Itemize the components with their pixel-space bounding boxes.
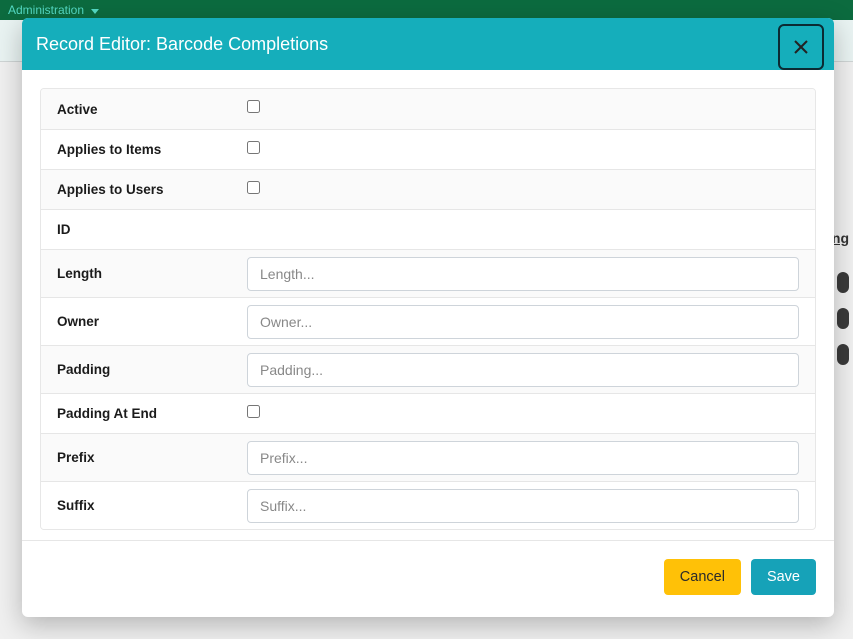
- label-padding: Padding: [57, 362, 247, 377]
- menu-administration-label: Administration: [8, 3, 84, 17]
- record-editor-modal: Record Editor: Barcode Completions Activ…: [22, 18, 834, 617]
- field-row-padding: Padding: [41, 345, 815, 393]
- modal-footer: Cancel Save: [22, 540, 834, 617]
- menu-administration[interactable]: Administration: [8, 3, 99, 17]
- field-row-id: ID: [41, 209, 815, 249]
- bg-action-pill: [837, 344, 849, 365]
- bg-action-pill: [837, 272, 849, 293]
- label-owner: Owner: [57, 314, 247, 329]
- field-row-suffix: Suffix: [41, 481, 815, 529]
- field-row-owner: Owner: [41, 297, 815, 345]
- checkbox-padding-at-end[interactable]: [247, 405, 260, 418]
- bg-action-pill: [837, 308, 849, 329]
- field-row-prefix: Prefix: [41, 433, 815, 481]
- cancel-button[interactable]: Cancel: [664, 559, 741, 595]
- input-owner[interactable]: [247, 305, 799, 339]
- caret-down-icon: [91, 9, 99, 14]
- save-button[interactable]: Save: [751, 559, 816, 595]
- field-row-applies-users: Applies to Users: [41, 169, 815, 209]
- app-menubar: Administration: [0, 0, 853, 20]
- input-length[interactable]: [247, 257, 799, 291]
- close-button[interactable]: [778, 24, 824, 70]
- input-suffix[interactable]: [247, 489, 799, 523]
- modal-title: Record Editor: Barcode Completions: [36, 34, 328, 55]
- label-length: Length: [57, 266, 247, 281]
- field-row-length: Length: [41, 249, 815, 297]
- label-id: ID: [57, 222, 247, 237]
- field-list: Active Applies to Items Applies to Users…: [40, 88, 816, 530]
- modal-body: Active Applies to Items Applies to Users…: [22, 70, 834, 540]
- label-prefix: Prefix: [57, 450, 247, 465]
- label-applies-items: Applies to Items: [57, 142, 247, 157]
- field-row-applies-items: Applies to Items: [41, 129, 815, 169]
- checkbox-active[interactable]: [247, 100, 260, 113]
- input-prefix[interactable]: [247, 441, 799, 475]
- close-icon: [793, 39, 809, 55]
- checkbox-applies-users[interactable]: [247, 181, 260, 194]
- label-suffix: Suffix: [57, 498, 247, 513]
- modal-header: Record Editor: Barcode Completions: [22, 18, 834, 70]
- input-padding[interactable]: [247, 353, 799, 387]
- label-padding-at-end: Padding At End: [57, 406, 247, 421]
- label-active: Active: [57, 102, 247, 117]
- field-row-active: Active: [41, 89, 815, 129]
- field-row-padding-at-end: Padding At End: [41, 393, 815, 433]
- label-applies-users: Applies to Users: [57, 182, 247, 197]
- checkbox-applies-items[interactable]: [247, 141, 260, 154]
